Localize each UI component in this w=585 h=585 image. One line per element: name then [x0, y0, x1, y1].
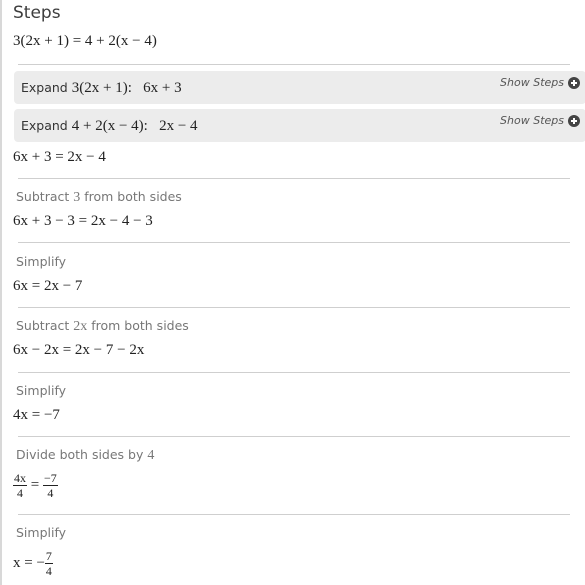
step-label: Simplify: [16, 525, 67, 540]
expand-expr: 4 + 2(x − 4): [71, 118, 144, 134]
divider: [18, 514, 570, 515]
steps-panel: Steps 3(2x + 1) = 4 + 2(x − 4) Expand 3(…: [0, 0, 585, 585]
step-expression: 4x = −7: [13, 407, 60, 423]
expand-result: 6x + 3: [143, 80, 182, 96]
step-expression: 6x = 2x − 7: [13, 278, 83, 294]
expand-expr: 3(2x + 1): [71, 80, 128, 96]
step-label: Divide both sides by 4: [16, 447, 155, 463]
step-expression: 6x − 2x = 2x − 7 − 2x: [13, 342, 145, 358]
step-label: Subtract 3 from both sides: [16, 189, 182, 205]
expand-result: 2x − 4: [159, 118, 198, 134]
original-equation: 3(2x + 1) = 4 + 2(x − 4): [13, 33, 157, 49]
plus-circle-icon[interactable]: [568, 114, 580, 127]
show-steps-button[interactable]: Show Steps: [500, 76, 580, 89]
step-expression: 6x + 3 − 3 = 2x − 4 − 3: [13, 213, 153, 229]
show-steps-label: Show Steps: [500, 76, 564, 89]
final-answer: x = −7 4: [13, 549, 53, 578]
expand-label: Expand: [21, 118, 68, 133]
divider: [18, 372, 570, 373]
step-expression: 4x 4 = −7 4: [13, 471, 58, 500]
fraction: −7 4: [42, 471, 58, 500]
steps-title: Steps: [13, 3, 61, 23]
divider: [18, 64, 570, 65]
divider: [18, 307, 570, 308]
divider: [18, 178, 570, 179]
step-label: Simplify: [16, 254, 67, 269]
divider: [18, 242, 570, 243]
expanded-equation: 6x + 3 = 2x − 4: [13, 149, 106, 165]
show-steps-label: Show Steps: [500, 114, 564, 127]
step-label: Simplify: [16, 383, 67, 398]
show-steps-button[interactable]: Show Steps: [500, 114, 580, 127]
step-label: Subtract 2x from both sides: [16, 318, 189, 334]
expand-step-1: Expand 3(2x + 1): 6x + 3 Show Steps: [14, 71, 585, 104]
expand-label: Expand: [21, 80, 68, 95]
fraction: 4x 4: [13, 471, 27, 500]
divider: [18, 436, 570, 437]
fraction: 74: [44, 549, 53, 578]
plus-circle-icon[interactable]: [568, 76, 580, 89]
expand-step-2: Expand 4 + 2(x − 4): 2x − 4 Show Steps: [14, 109, 585, 142]
